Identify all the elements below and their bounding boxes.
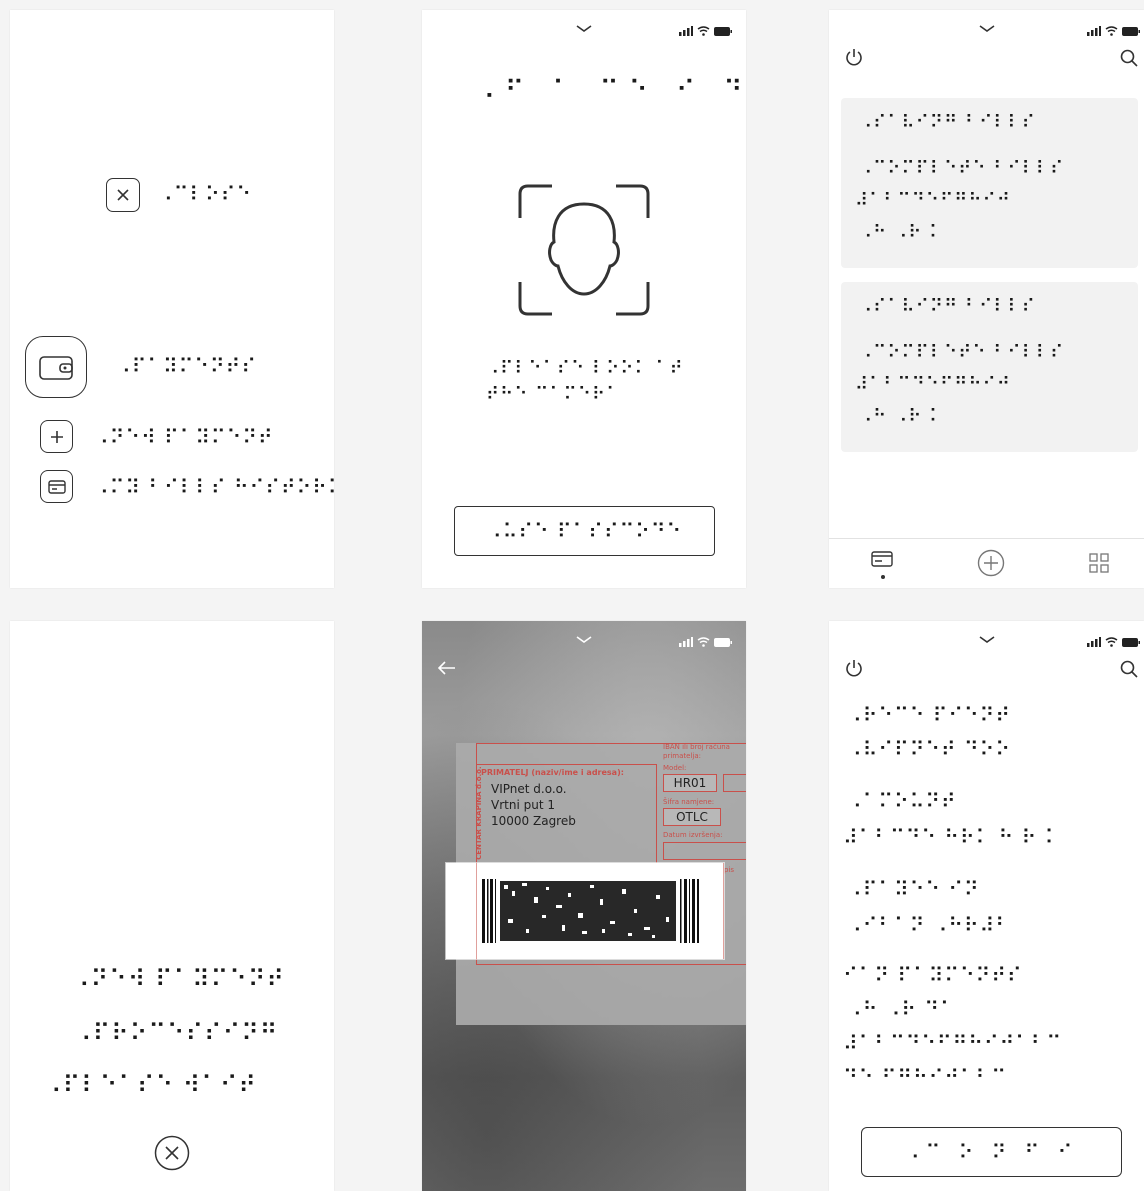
use-passcode-label: ⠠⠥⠎⠑ ⠏⠁⠎⠎⠉⠕⠙⠑	[486, 519, 683, 543]
use-passcode-button[interactable]: ⠠⠥⠎⠑ ⠏⠁⠎⠎⠉⠕⠙⠑	[454, 506, 715, 556]
status-bar	[422, 24, 746, 44]
slip-date-label: Datum izvršenja:	[663, 831, 723, 839]
wallet-icon[interactable]	[25, 336, 87, 398]
active-tab-dot	[881, 575, 885, 579]
chevron-down-icon	[979, 25, 994, 32]
close-icon[interactable]	[106, 178, 140, 212]
signal-icon	[1087, 637, 1101, 647]
detail-payee-label: ⠠⠏⠁⠽⠑⠑ ⠊⠝	[847, 877, 980, 901]
new-payment-label[interactable]: ⠠⠝⠑⠺ ⠏⠁⠽⠍⠑⠝⠞	[94, 425, 274, 449]
bill-card-subtitle: ⠠⠉⠕⠍⠏⠇⠑⠞⠑ ⠃⠊⠇⠇⠎	[859, 158, 1065, 179]
slip-side-box	[723, 774, 746, 792]
face-id-title: ⠠⠋ ⠁ ⠉⠑ ⠊ ⠙	[476, 76, 746, 106]
bills-history-label[interactable]: ⠠⠍⠽ ⠃⠊⠇⠇⠎ ⠓⠊⠎⠞⠕⠗⠽	[94, 475, 334, 499]
slip-payee-city: 10000 Zagreb	[491, 814, 576, 828]
slip-model-value: HR01	[673, 776, 707, 790]
slip-section-label: PRIMATELJ (naziv/ime i adresa):	[481, 768, 624, 777]
screen-face-id: ⠠⠋ ⠁ ⠉⠑ ⠊ ⠙ ⠠⠏⠇⠑⠁⠎⠑ ⠇⠕⠕⠅ ⠁⠞ ⠞⠓⠑ ⠉⠁⠍⠑⠗⠁ ⠠…	[422, 10, 746, 588]
bill-card-number: ⠼⠁⠃⠉⠙⠑⠋⠛⠓⠊⠚	[855, 374, 1012, 395]
screen-confirm: ⠠⠗⠑⠉⠑ ⠏⠊⠑⠝⠞ ⠠⠧⠊⠏⠝⠑⠞ ⠙⠕⠕ ⠠⠁⠍⠕⠥⠝⠞ ⠼⠁⠃⠉⠙⠑ ⠓…	[829, 621, 1144, 1191]
detail-payments-label: ⠊⠁⠝ ⠏⠁⠽⠍⠑⠝⠞⠎	[843, 963, 1023, 987]
processing-line-3: ⠠⠏⠇⠑⠁⠎⠑ ⠺⠁⠊⠞	[44, 1071, 257, 1099]
slip-bottom-rule	[477, 964, 746, 965]
slip-header-right: IBAN ili broj računa primatelja:	[663, 743, 730, 760]
wifi-icon	[1105, 26, 1118, 36]
bill-card-code: ⠠⠓ ⠠⠗ ⠅	[859, 406, 944, 427]
bill-card-code: ⠠⠓ ⠠⠗ ⠅	[859, 222, 944, 243]
signal-icon	[679, 26, 693, 36]
detail-amount-label: ⠠⠁⠍⠕⠥⠝⠞	[847, 789, 957, 813]
slip-purpose-label: Šifra namjene:	[663, 798, 715, 806]
card-icon[interactable]	[40, 470, 73, 503]
add-tab-icon[interactable]	[977, 549, 1005, 577]
grid-tab-icon[interactable]	[1089, 553, 1109, 573]
tab-bar	[829, 538, 1144, 588]
battery-icon	[714, 637, 732, 647]
chevron-down-icon	[979, 636, 994, 643]
signal-icon	[1087, 26, 1101, 36]
detail-code-value: ⠠⠓ ⠠⠗ ⠙⠁	[847, 997, 956, 1021]
plus-icon[interactable]	[40, 420, 73, 453]
battery-icon	[714, 26, 732, 36]
chevron-down-icon	[576, 25, 592, 32]
confirm-button[interactable]: ⠠⠉ ⠕ ⠝ ⠋ ⠊	[861, 1127, 1122, 1177]
processing-line-1: ⠠⠝⠑⠺ ⠏⠁⠽⠍⠑⠝⠞	[72, 965, 285, 993]
detail-amount-value: ⠼⠁⠃⠉⠙⠑ ⠓⠗⠅ ⠓ ⠗ ⠅	[843, 825, 1061, 849]
face-id-icon	[518, 184, 650, 316]
slip-payee-street: Vrtni put 1	[491, 798, 555, 812]
power-icon[interactable]	[845, 48, 863, 66]
barcode-icon	[482, 879, 699, 943]
status-bar	[422, 635, 746, 655]
bills-tab-icon	[871, 551, 893, 567]
wifi-icon	[1105, 637, 1118, 647]
bill-card[interactable]: ⠠⠎⠁⠧⠊⠝⠛ ⠃⠊⠇⠇⠎ ⠠⠉⠕⠍⠏⠇⠑⠞⠑ ⠃⠊⠇⠇⠎ ⠼⠁⠃⠉⠙⠑⠋⠛⠓⠊…	[841, 98, 1138, 268]
close-label: ⠠⠉⠇⠕⠎⠑	[158, 182, 252, 206]
bill-card[interactable]: ⠠⠎⠁⠧⠊⠝⠛ ⠃⠊⠇⠇⠎ ⠠⠉⠕⠍⠏⠇⠑⠞⠑ ⠃⠊⠇⠇⠎ ⠼⠁⠃⠉⠙⠑⠋⠛⠓⠊…	[841, 282, 1138, 452]
screen-bills: ⠠⠎⠁⠧⠊⠝⠛ ⠃⠊⠇⠇⠎ ⠠⠉⠕⠍⠏⠇⠑⠞⠑ ⠃⠊⠇⠇⠎ ⠼⠁⠃⠉⠙⠑⠋⠛⠓⠊…	[829, 10, 1144, 588]
slip-purpose-box: OTLC	[663, 808, 721, 826]
slip-date-box	[663, 842, 746, 860]
battery-icon	[1122, 26, 1140, 36]
screen-menu: ⠠⠉⠇⠕⠎⠑ ⠠⠏⠁⠽⠍⠑⠝⠞⠎ ⠠⠝⠑⠺ ⠏⠁⠽⠍⠑⠝⠞ ⠠⠍⠽ ⠃⠊⠇⠇⠎ …	[10, 10, 334, 588]
instruction-line-1: ⠠⠏⠇⠑⠁⠎⠑ ⠇⠕⠕⠅ ⠁⠞	[486, 358, 684, 379]
screen-scanner: IBAN ili broj računa primatelja: PRIMATE…	[422, 621, 746, 1191]
instruction-line-2: ⠞⠓⠑ ⠉⠁⠍⠑⠗⠁	[486, 384, 621, 405]
detail-recipient-value: ⠠⠧⠊⠏⠝⠑⠞ ⠙⠕⠕	[847, 737, 1011, 761]
confirm-button-label: ⠠⠉ ⠕ ⠝ ⠋ ⠊	[904, 1140, 1079, 1164]
scan-frame	[446, 863, 724, 959]
search-icon[interactable]	[1120, 49, 1138, 67]
slip-payee-name: VIPnet d.o.o.	[491, 782, 567, 796]
battery-icon	[1122, 637, 1140, 647]
detail-number-value-2: ⠙⠑ ⠋⠛⠓⠊⠚⠁⠃⠉	[843, 1065, 1007, 1089]
search-icon[interactable]	[1120, 660, 1138, 678]
wifi-icon	[697, 637, 710, 647]
signal-icon	[679, 637, 693, 647]
slip-purpose-value: OTLC	[676, 810, 708, 824]
status-bar	[829, 24, 1144, 44]
detail-iban-value: ⠠⠊⠃⠁⠝ ⠠⠓⠗⠼⠃	[847, 913, 1011, 937]
bill-card-subtitle: ⠠⠉⠕⠍⠏⠇⠑⠞⠑ ⠃⠊⠇⠇⠎	[859, 342, 1065, 363]
bill-card-number: ⠼⠁⠃⠉⠙⠑⠋⠛⠓⠊⠚	[855, 190, 1012, 211]
tab-bills[interactable]	[871, 551, 897, 581]
bill-card-title: ⠠⠎⠁⠧⠊⠝⠛ ⠃⠊⠇⠇⠎	[859, 296, 1036, 317]
wifi-icon	[697, 26, 710, 36]
slip-model-box: HR01	[663, 774, 717, 792]
cancel-icon[interactable]	[154, 1135, 190, 1171]
bill-card-title: ⠠⠎⠁⠧⠊⠝⠛ ⠃⠊⠇⠇⠎	[859, 112, 1036, 133]
processing-line-2: ⠠⠏⠗⠕⠉⠑⠎⠎⠊⠝⠛	[74, 1019, 279, 1047]
power-icon[interactable]	[845, 659, 863, 677]
detail-number-value: ⠼⠁⠃⠉⠙⠑⠋⠛⠓⠊⠚⠁⠃⠉	[843, 1031, 1063, 1055]
slip-model-label: Model:	[663, 764, 687, 772]
detail-recipient-label: ⠠⠗⠑⠉⠑ ⠏⠊⠑⠝⠞	[847, 703, 1011, 727]
wallet-label[interactable]: ⠠⠏⠁⠽⠍⠑⠝⠞⠎	[116, 354, 257, 378]
chevron-down-icon	[576, 636, 592, 643]
screen-processing: ⠠⠝⠑⠺ ⠏⠁⠽⠍⠑⠝⠞ ⠠⠏⠗⠕⠉⠑⠎⠎⠊⠝⠛ ⠠⠏⠇⠑⠁⠎⠑ ⠺⠁⠊⠞	[10, 621, 334, 1191]
back-arrow-icon[interactable]	[438, 661, 456, 675]
status-bar	[829, 635, 1144, 655]
